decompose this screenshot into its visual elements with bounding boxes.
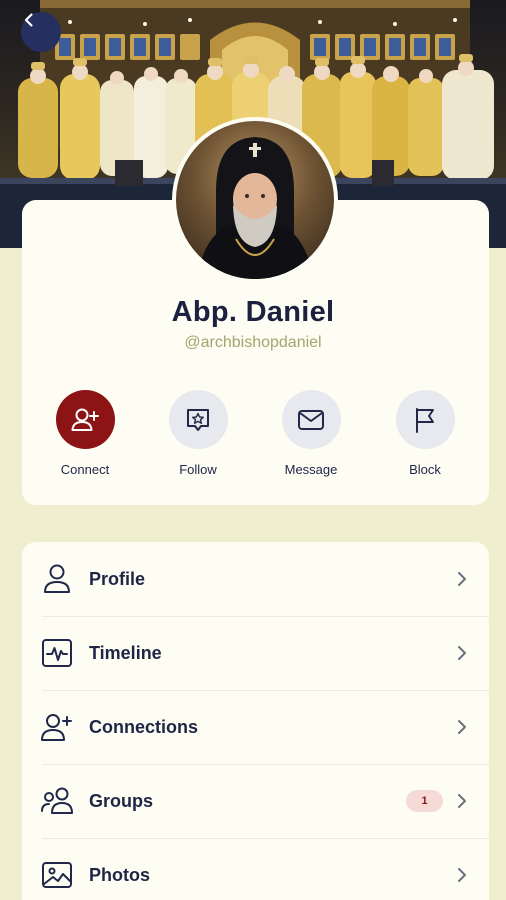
user-plus-icon	[40, 710, 74, 744]
group-icon	[40, 784, 74, 818]
add-user-icon	[71, 408, 99, 431]
block-label: Block	[409, 462, 441, 477]
message-button[interactable]: Message	[261, 390, 361, 477]
chevron-right-icon	[454, 719, 470, 735]
block-circle	[395, 390, 455, 449]
follow-circle	[168, 390, 228, 449]
menu-item-profile[interactable]: Profile	[22, 542, 489, 616]
menu-label-photos: Photos	[89, 864, 150, 885]
avatar[interactable]	[172, 117, 338, 283]
connect-button[interactable]: Connect	[35, 390, 135, 477]
star-badge-icon	[187, 408, 209, 431]
menu-label-timeline: Timeline	[89, 642, 162, 663]
follow-label: Follow	[179, 462, 217, 477]
profile-handle: @archbishopdaniel	[184, 334, 322, 351]
message-circle	[281, 390, 341, 449]
connect-label: Connect	[60, 462, 110, 477]
message-label: Message	[284, 462, 338, 477]
menu-item-connections[interactable]: Connections	[22, 690, 489, 764]
envelope-icon	[298, 409, 324, 430]
profile-name: Abp. Daniel	[171, 296, 335, 328]
chevron-right-icon	[454, 793, 470, 809]
menu-label-groups: Groups	[89, 790, 154, 811]
image-icon	[40, 858, 74, 892]
activity-icon	[40, 636, 74, 670]
groups-count-badge: 1	[406, 790, 443, 812]
chevron-left-icon	[24, 13, 33, 27]
user-icon	[40, 562, 74, 596]
back-button[interactable]	[21, 12, 61, 52]
menu-item-groups[interactable]: Groups 1	[22, 764, 489, 838]
flag-icon	[416, 407, 434, 433]
chevron-right-icon	[454, 867, 470, 883]
menu-item-photos[interactable]: Photos	[22, 838, 489, 900]
connect-circle	[55, 390, 115, 449]
chevron-right-icon	[454, 571, 470, 587]
avatar-photo	[176, 121, 334, 279]
chevron-right-icon	[454, 645, 470, 661]
block-button[interactable]: Block	[375, 390, 475, 477]
menu-label-connections: Connections	[89, 716, 199, 737]
menu-label-profile: Profile	[89, 568, 146, 589]
follow-button[interactable]: Follow	[148, 390, 248, 477]
menu-item-timeline[interactable]: Timeline	[22, 616, 489, 690]
profile-menu: Profile Timeline Connections Groups 1 Ph…	[22, 542, 489, 900]
